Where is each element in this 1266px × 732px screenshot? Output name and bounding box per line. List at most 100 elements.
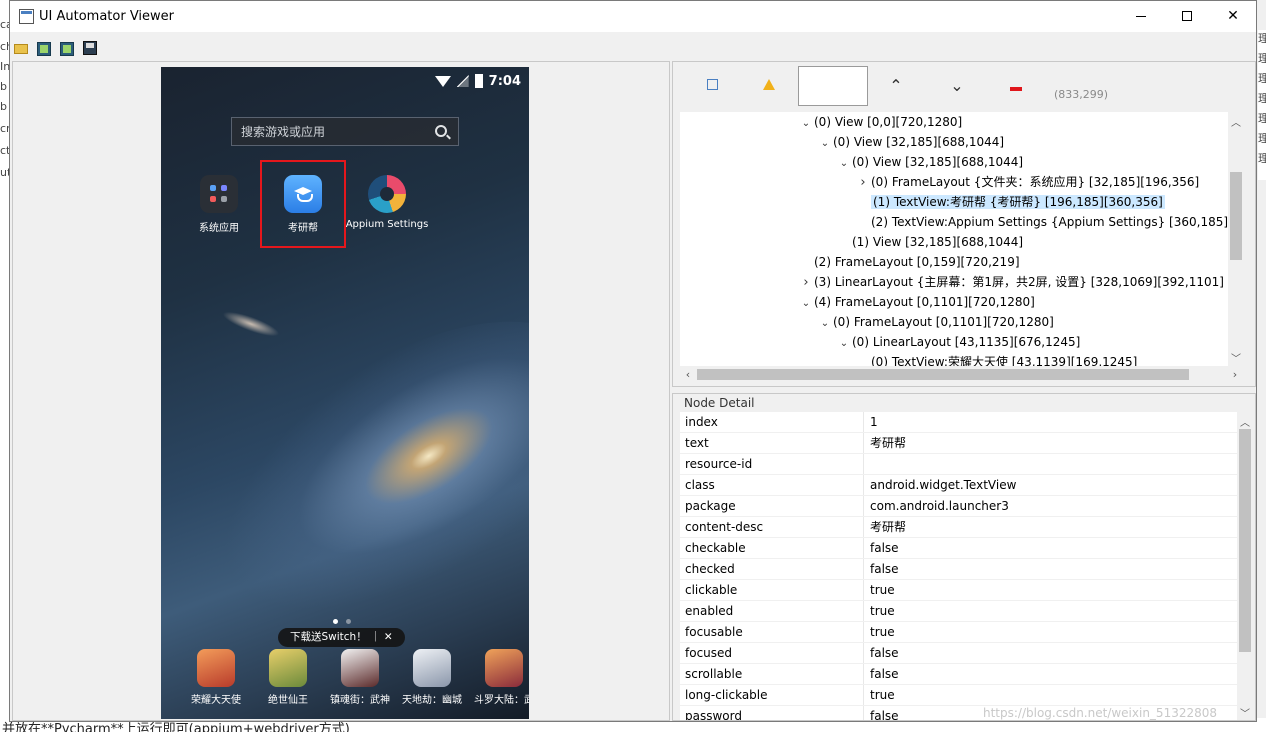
node-detail-table[interactable]: index 1 text 考研帮 resource-id class android.wid… <box>680 412 1237 720</box>
bg-text: 理 <box>1258 132 1266 145</box>
tree-horizontal-scrollbar[interactable]: ‹ › <box>680 366 1243 383</box>
expand-all-button[interactable] <box>703 78 721 96</box>
device-screenshot-button[interactable] <box>36 40 53 56</box>
tree-node[interactable]: (1) View [32,185][688,1044] <box>836 232 1023 252</box>
detail-row[interactable]: long-clickable true <box>680 685 1237 706</box>
scroll-right-icon[interactable]: › <box>1227 366 1243 383</box>
tree-node[interactable]: ⌄ (0) View [32,185][688,1044] <box>817 132 1004 152</box>
save-button[interactable] <box>82 40 99 56</box>
previous-button[interactable]: ⌃ <box>887 76 905 95</box>
detail-row[interactable]: focused false <box>680 643 1237 664</box>
chevron-up-icon: ⌃ <box>889 76 903 95</box>
detail-row[interactable]: resource-id <box>680 454 1237 475</box>
device-screenshot-compressed-button[interactable] <box>59 40 76 56</box>
scroll-thumb[interactable] <box>1230 172 1242 260</box>
chevron-down-icon[interactable]: ⌄ <box>817 314 833 334</box>
detail-key: clickable <box>680 580 864 600</box>
tree-node[interactable]: ⌄ (4) FrameLayout [0,1101][720,1280] <box>798 292 1035 312</box>
screenshot-panel[interactable]: 7:04 搜索游戏或应用 系统应用 考研帮 Appium Settings 下载… <box>12 61 670 721</box>
tree-node[interactable]: ⌄ (0) View [0,0][720,1280] <box>798 112 962 132</box>
device-screenshot-icon <box>37 42 51 56</box>
detail-row[interactable]: checked false <box>680 559 1237 580</box>
tree-node-label: (0) View [32,185][688,1044] <box>852 155 1024 169</box>
detail-row[interactable]: package com.android.launcher3 <box>680 496 1237 517</box>
tree-node-label: (0) LinearLayout [43,1135][676,1245] <box>852 335 1081 349</box>
scroll-thumb[interactable] <box>697 369 1189 380</box>
tree-node[interactable]: (2) FrameLayout [0,159][720,219] <box>798 252 1020 272</box>
detail-value: true <box>870 583 895 597</box>
chevron-down-icon[interactable]: ⌄ <box>798 114 814 134</box>
device-screenshot[interactable]: 7:04 搜索游戏或应用 系统应用 考研帮 Appium Settings 下载… <box>161 67 529 719</box>
next-button[interactable]: ⌄ <box>948 76 966 95</box>
promo-banner[interactable]: 下载送Switch！ ｜ ✕ <box>278 628 405 647</box>
detail-row[interactable]: focusable true <box>680 622 1237 643</box>
detail-row[interactable]: index 1 <box>680 412 1237 433</box>
detail-vertical-scrollbar[interactable]: ︿ ﹀ <box>1237 412 1253 720</box>
tree-node[interactable]: ⌄ (0) FrameLayout [0,1101][720,1280] <box>817 312 1054 332</box>
maximize-button[interactable] <box>1164 1 1210 32</box>
detail-row[interactable]: text 考研帮 <box>680 433 1237 454</box>
chevron-right-icon[interactable]: › <box>798 273 814 293</box>
scroll-down-icon[interactable]: ﹀ <box>1228 350 1244 365</box>
minimize-button[interactable] <box>1118 1 1164 32</box>
detail-key: resource-id <box>680 454 864 474</box>
search-field[interactable] <box>798 66 868 106</box>
folder-open-icon <box>14 44 28 54</box>
clear-search-button[interactable] <box>1007 78 1025 96</box>
chevron-down-icon[interactable]: ⌄ <box>836 154 852 174</box>
device-search-bar[interactable]: 搜索游戏或应用 <box>231 117 459 146</box>
scroll-up-icon[interactable]: ︿ <box>1237 414 1253 429</box>
detail-value: com.android.launcher3 <box>870 499 1009 513</box>
tree-node[interactable]: › (3) LinearLayout {主屏幕：第1屏，共2屏, 设置} [328… <box>798 272 1224 292</box>
detail-row[interactable]: class android.widget.TextView <box>680 475 1237 496</box>
detail-row[interactable]: enabled true <box>680 601 1237 622</box>
tree-node-label: (1) TextView:考研帮 {考研帮} [196,185][360,356… <box>871 195 1165 209</box>
node-detail-panel: Node Detail index 1 text 考研帮 resource-id clas… <box>672 393 1256 721</box>
detail-row[interactable]: clickable true <box>680 580 1237 601</box>
tree-node[interactable]: (1) TextView:考研帮 {考研帮} [196,185][360,356… <box>855 192 1165 212</box>
detail-key: focused <box>680 643 864 663</box>
dock-app[interactable]: 斗罗大陆：武 <box>471 649 529 706</box>
app-system-apps[interactable]: 系统应用 <box>177 175 261 234</box>
dock-app[interactable]: 镇魂街：武神 <box>327 649 393 706</box>
detail-key: scrollable <box>680 664 864 684</box>
app-appium-settings[interactable]: Appium Settings <box>345 175 429 230</box>
game-icon <box>485 649 523 687</box>
tree-node[interactable]: ⌄ (0) View [32,185][688,1044] <box>836 152 1023 172</box>
detail-value <box>864 454 1237 474</box>
desktop: ca ch In b b cr ct ut 理 理 理 理 理 理 理 并放在*… <box>0 0 1266 732</box>
scroll-up-icon[interactable]: ︿ <box>1228 114 1244 129</box>
open-button[interactable] <box>13 40 30 56</box>
tree-node[interactable]: (2) TextView:Appium Settings {Appium Set… <box>855 212 1243 232</box>
detail-row[interactable]: scrollable false <box>680 664 1237 685</box>
dock-app[interactable]: 绝世仙王 <box>255 649 321 706</box>
chevron-down-icon[interactable]: ⌄ <box>817 134 833 154</box>
scroll-down-icon[interactable]: ﹀ <box>1237 705 1253 720</box>
tree-node-label: (3) LinearLayout {主屏幕：第1屏，共2屏, 设置} [328,… <box>814 275 1224 289</box>
maximize-icon <box>1182 11 1192 21</box>
dock-app[interactable]: 荣耀大天使 <box>183 649 249 706</box>
tree-vertical-scrollbar[interactable]: ︿ ﹀ <box>1228 112 1244 367</box>
tree-node-label: (4) FrameLayout [0,1101][720,1280] <box>814 295 1035 309</box>
scroll-thumb[interactable] <box>1239 429 1251 652</box>
folder-icon <box>200 175 238 213</box>
chevron-right-icon[interactable]: › <box>855 173 871 193</box>
chevron-down-icon[interactable]: ⌄ <box>798 294 814 314</box>
tree-node[interactable]: (0) TextView:荣耀大天使 [43,1139][169,1245] <box>855 352 1137 367</box>
detail-row[interactable]: checkable false <box>680 538 1237 559</box>
tree-node[interactable]: › (0) FrameLayout {文件夹：系统应用} [32,185][196… <box>855 172 1199 192</box>
dock-app[interactable]: 天地劫：幽城 <box>399 649 465 706</box>
scroll-left-icon[interactable]: ‹ <box>680 366 696 383</box>
chevron-down-icon[interactable]: ⌄ <box>836 334 852 354</box>
bg-text: 理 <box>1258 112 1266 125</box>
status-bar: 7:04 <box>434 72 521 90</box>
clock: 7:04 <box>488 73 521 89</box>
toggle-naf-button[interactable] <box>760 78 778 96</box>
hierarchy-tree[interactable]: ⌄ (0) View [0,0][720,1280] ⌄ (0) View [32,1… <box>680 112 1243 367</box>
tree-node[interactable]: ⌄ (0) LinearLayout [43,1135][676,1245] <box>836 332 1081 354</box>
wallpaper-galaxy-small <box>220 307 282 341</box>
bg-text: 理 <box>1258 152 1266 165</box>
search-icon <box>435 125 447 137</box>
close-button[interactable]: ✕ <box>1210 1 1256 32</box>
detail-row[interactable]: content-desc 考研帮 <box>680 517 1237 538</box>
